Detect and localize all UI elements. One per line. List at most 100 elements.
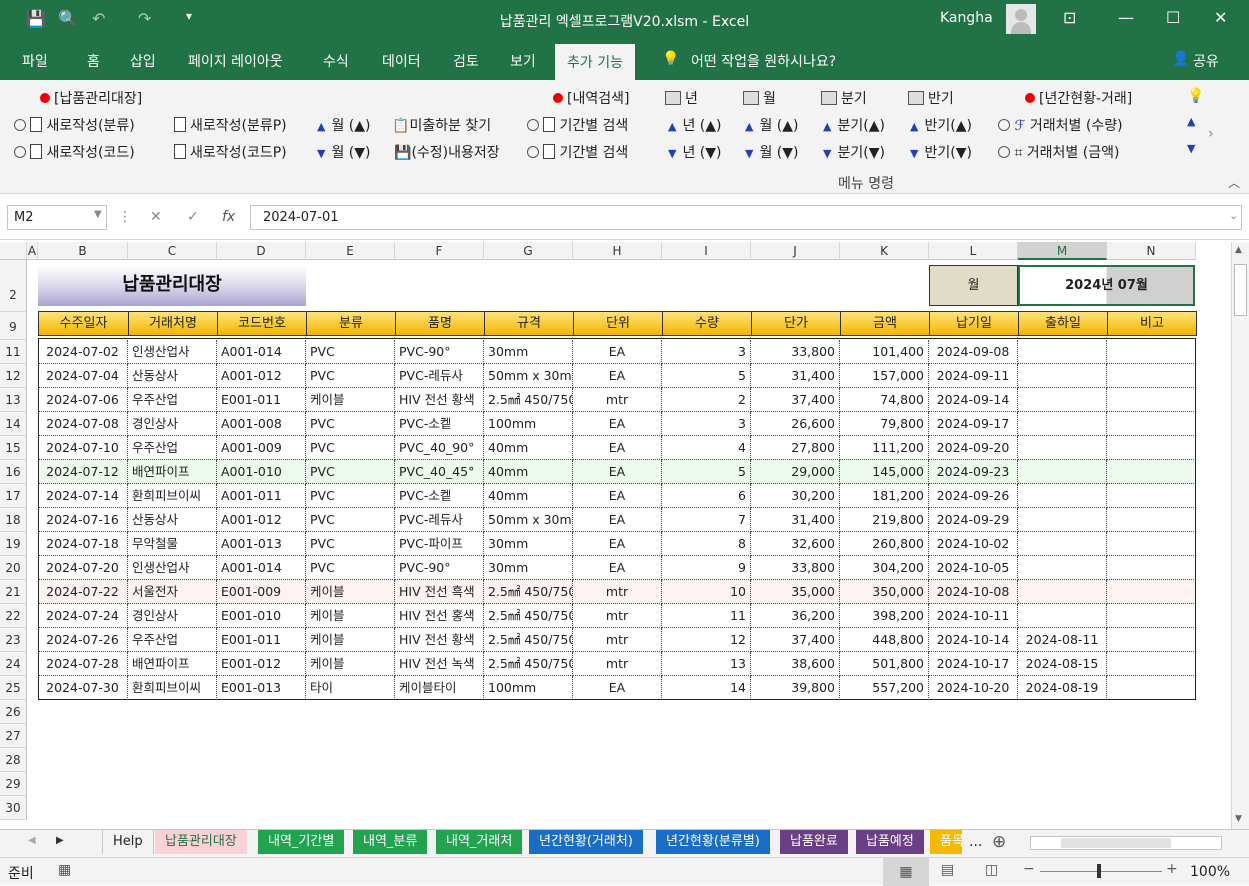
table-cell[interactable]: 12: [662, 628, 751, 652]
table-cell[interactable]: 케이블타이: [395, 676, 484, 700]
page-break-icon[interactable]: ◫: [985, 862, 998, 878]
table-cell[interactable]: 케이블: [306, 604, 395, 628]
table-cell[interactable]: 2024-10-14: [929, 628, 1018, 652]
enter-icon[interactable]: ✓: [187, 209, 199, 225]
table-cell[interactable]: 타이: [306, 676, 395, 700]
table-cell[interactable]: 304,200: [840, 556, 929, 580]
table-cell[interactable]: [1107, 580, 1196, 604]
vertical-scrollbar[interactable]: ▲ ▼: [1231, 242, 1249, 829]
table-cell[interactable]: 35,000: [751, 580, 840, 604]
table-cell[interactable]: 2.5㎟ 450/750V: [484, 652, 573, 676]
column-header[interactable]: E: [306, 242, 395, 260]
table-cell[interactable]: 74,800: [840, 388, 929, 412]
table-cell[interactable]: [1107, 508, 1196, 532]
table-cell[interactable]: 557,200: [840, 676, 929, 700]
table-cell[interactable]: 2024-07-30: [38, 676, 128, 700]
table-cell[interactable]: 7: [662, 508, 751, 532]
table-cell[interactable]: [1107, 412, 1196, 436]
table-cell[interactable]: 경인상사: [128, 604, 217, 628]
table-cell[interactable]: 39,800: [751, 676, 840, 700]
table-cell[interactable]: PVC: [306, 340, 395, 364]
save-edit-button[interactable]: 💾(수정)내용저장: [394, 142, 500, 162]
table-cell[interactable]: [1018, 460, 1107, 484]
formula-input[interactable]: 2024-07-01: [250, 205, 1242, 230]
table-cell[interactable]: A001-014: [217, 340, 306, 364]
table-cell[interactable]: 2024-09-08: [929, 340, 1018, 364]
close-icon[interactable]: ✕: [1214, 8, 1227, 27]
table-cell[interactable]: [1018, 340, 1107, 364]
table-cell[interactable]: 145,000: [840, 460, 929, 484]
table-cell[interactable]: mtr: [573, 628, 662, 652]
zoom-in-icon[interactable]: +: [1166, 861, 1178, 877]
sheet-tab[interactable]: 납품완료: [780, 830, 848, 854]
table-cell[interactable]: 2024-07-24: [38, 604, 128, 628]
radio-icon[interactable]: [14, 146, 26, 158]
table-cell[interactable]: A001-010: [217, 460, 306, 484]
table-cell[interactable]: 경인상사: [128, 412, 217, 436]
row-header[interactable]: 25: [0, 676, 27, 700]
table-cell[interactable]: 26,600: [751, 412, 840, 436]
tab-home[interactable]: 홈: [87, 51, 100, 71]
table-cell[interactable]: 111,200: [840, 436, 929, 460]
new-code-button[interactable]: 새로작성(코드): [14, 142, 135, 162]
table-cell[interactable]: HIV 전선 흑색: [395, 580, 484, 604]
scroll-thumb[interactable]: [1234, 264, 1247, 316]
mon-down-button[interactable]: ▼ 월 (▼): [745, 142, 799, 162]
zoom-level[interactable]: 100%: [1190, 864, 1230, 880]
table-cell[interactable]: A001-014: [217, 556, 306, 580]
table-cell[interactable]: 2024-08-19: [1018, 676, 1107, 700]
chevron-right-icon[interactable]: ›: [1208, 126, 1214, 142]
table-cell[interactable]: [1107, 628, 1196, 652]
table-cell[interactable]: EA: [573, 676, 662, 700]
table-cell[interactable]: E001-011: [217, 388, 306, 412]
row-header[interactable]: 12: [0, 364, 27, 388]
by-client-qty-button[interactable]: ℱ 거래처별 (수량): [998, 115, 1123, 135]
table-cell[interactable]: 40mm: [484, 436, 573, 460]
half-button[interactable]: 반기: [908, 88, 954, 108]
table-cell[interactable]: 환희피브이씨: [128, 676, 217, 700]
table-cell[interactable]: 2024-09-11: [929, 364, 1018, 388]
cancel-icon[interactable]: ✕: [150, 209, 162, 225]
row-header[interactable]: 16: [0, 460, 27, 484]
table-cell[interactable]: E001-009: [217, 580, 306, 604]
tab-insert[interactable]: 삽입: [130, 51, 156, 71]
column-header[interactable]: F: [395, 242, 484, 260]
table-cell[interactable]: 260,800: [840, 532, 929, 556]
radio-icon[interactable]: [527, 119, 539, 131]
table-cell[interactable]: 2024-08-15: [1018, 652, 1107, 676]
row-header[interactable]: 15: [0, 436, 27, 460]
table-cell[interactable]: HIV 전선 황색: [395, 628, 484, 652]
table-cell[interactable]: 3: [662, 340, 751, 364]
table-cell[interactable]: 30mm: [484, 556, 573, 580]
table-cell[interactable]: PVC-소켙: [395, 484, 484, 508]
sheet-tab[interactable]: 품목: [930, 830, 962, 854]
table-cell[interactable]: mtr: [573, 604, 662, 628]
row-header[interactable]: 2: [0, 260, 27, 312]
radio-icon[interactable]: [527, 146, 539, 158]
avatar[interactable]: [1006, 4, 1036, 34]
table-cell[interactable]: 인생산업사: [128, 340, 217, 364]
table-cell[interactable]: PVC-90°: [395, 340, 484, 364]
more-sheets-icon[interactable]: ...: [969, 834, 982, 850]
table-cell[interactable]: 2024-07-12: [38, 460, 128, 484]
table-cell[interactable]: 33,800: [751, 556, 840, 580]
insert-function-icon[interactable]: fx: [222, 209, 235, 225]
table-cell[interactable]: PVC-레듀사: [395, 364, 484, 388]
table-cell[interactable]: HIV 전선 황색: [395, 388, 484, 412]
table-cell[interactable]: 2024-10-08: [929, 580, 1018, 604]
table-cell[interactable]: [1018, 532, 1107, 556]
table-cell[interactable]: PVC_40_90°: [395, 436, 484, 460]
table-cell[interactable]: 36,200: [751, 604, 840, 628]
table-cell[interactable]: 181,200: [840, 484, 929, 508]
table-cell[interactable]: 50mm x 30mm: [484, 364, 573, 388]
table-cell[interactable]: 30mm: [484, 340, 573, 364]
table-cell[interactable]: 산동상사: [128, 364, 217, 388]
table-cell[interactable]: 37,400: [751, 628, 840, 652]
column-header[interactable]: I: [662, 242, 751, 260]
half-up-button[interactable]: ▲ 반기(▲): [910, 115, 972, 135]
table-cell[interactable]: 2024-07-02: [38, 340, 128, 364]
table-cell[interactable]: 448,800: [840, 628, 929, 652]
table-cell[interactable]: [1107, 652, 1196, 676]
table-cell[interactable]: [1018, 436, 1107, 460]
tell-me-input[interactable]: 어떤 작업을 원하시나요?: [691, 51, 836, 71]
